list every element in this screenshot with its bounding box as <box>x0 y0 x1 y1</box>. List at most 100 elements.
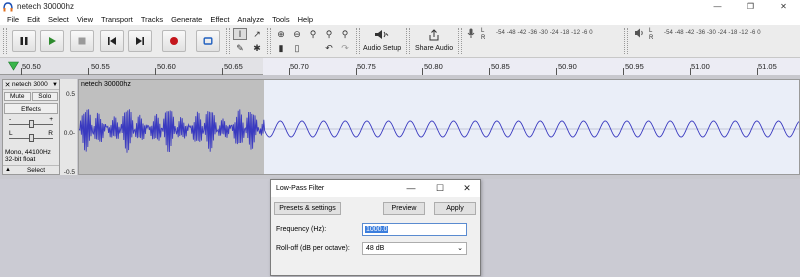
gain-minus-label: - <box>9 116 12 123</box>
ruler-major-tick <box>21 68 22 75</box>
redo-icon[interactable]: ↷ <box>338 42 352 54</box>
minimize-button[interactable]: — <box>701 0 734 13</box>
loop-icon <box>203 37 213 45</box>
title-bar: netech 30000hz — ❐ ✕ <box>0 0 800 13</box>
stop-icon <box>78 37 86 45</box>
menu-generate[interactable]: Generate <box>167 15 206 24</box>
share-grip[interactable] <box>406 28 410 54</box>
play-meter-scale: -54 -48 -42 -36 -30 -24 -18 -12 -6 0 <box>664 30 761 36</box>
track-area: ✕ netech 3000 ▼ Mute Solo Effects - + L … <box>0 76 800 179</box>
gain-slider-thumb[interactable] <box>29 120 34 128</box>
pan-slider-thumb[interactable] <box>29 134 34 142</box>
ruler-major-tick <box>489 68 491 75</box>
envelope-tool-icon[interactable]: ↗ <box>250 28 264 40</box>
share-audio-label: Share Audio <box>415 45 454 52</box>
audio-setup-grip[interactable] <box>356 28 360 54</box>
share-icon <box>429 29 439 41</box>
menu-view[interactable]: View <box>73 15 97 24</box>
silence-audio-icon[interactable]: ▯ <box>290 42 304 54</box>
menu-analyze[interactable]: Analyze <box>233 15 268 24</box>
fit-project-icon[interactable]: ⚲ <box>322 28 336 40</box>
menu-file[interactable]: File <box>3 15 23 24</box>
dialog-close-icon[interactable]: ✕ <box>460 183 474 193</box>
mute-button[interactable]: Mute <box>4 92 31 101</box>
rolloff-select[interactable]: 48 dB ⌄ <box>362 242 467 255</box>
preview-button[interactable]: Preview <box>383 202 425 215</box>
menu-tools[interactable]: Tools <box>268 15 294 24</box>
solo-button[interactable]: Solo <box>31 92 58 101</box>
multi-tool-icon[interactable]: ✱ <box>250 42 264 54</box>
track-name[interactable]: netech 3000 <box>12 81 52 88</box>
share-audio-button[interactable]: Share Audio <box>412 27 456 57</box>
record-button[interactable] <box>162 30 186 52</box>
undo-icon[interactable]: ↶ <box>322 42 336 54</box>
audio-setup-button[interactable]: Audio Setup <box>362 27 404 57</box>
fit-selection-icon[interactable]: ⚲ <box>306 28 320 40</box>
ruler-tick-label: 51.00 <box>691 62 710 71</box>
menu-bar: File Edit Select View Transport Tracks G… <box>0 13 800 25</box>
menu-edit[interactable]: Edit <box>23 15 44 24</box>
ruler-major-tick <box>756 68 758 75</box>
ruler-major-tick <box>288 68 290 75</box>
waveform-display[interactable] <box>79 80 799 174</box>
record-meter[interactable]: -54 -48 -42 -36 -30 -24 -18 -12 -6 0 <box>488 28 618 41</box>
record-meter-left-label: L <box>481 28 485 34</box>
skip-to-start-icon <box>108 37 116 45</box>
record-meter-grip[interactable] <box>458 28 462 54</box>
track-format-info: Mono, 44100Hz <box>5 149 51 156</box>
stop-button[interactable] <box>70 30 94 52</box>
skip-to-start-button[interactable] <box>100 30 124 52</box>
zoom-toggle-icon[interactable]: ⚲ <box>338 28 352 40</box>
timeline-ruler[interactable]: 50.50 50.55 50.60 50.65 50.70 50.75 50.8… <box>0 58 800 75</box>
playback-meter[interactable]: -54 -48 -42 -36 -30 -24 -18 -12 -6 0 <box>656 28 792 41</box>
menu-select[interactable]: Select <box>44 15 73 24</box>
vertical-ruler[interactable]: 0.5 0.0- -0.5 <box>60 79 77 176</box>
menu-tracks[interactable]: Tracks <box>137 15 167 24</box>
close-button[interactable]: ✕ <box>767 0 800 13</box>
draw-tool-icon[interactable]: ✎ <box>233 42 247 54</box>
ruler-major-tick <box>623 68 625 75</box>
ruler-tick-label: 50.70 <box>290 62 309 71</box>
edit-grip[interactable] <box>267 28 271 54</box>
frequency-input[interactable]: 1000.0 <box>362 223 467 236</box>
dialog-title-bar[interactable]: Low-Pass Filter — ☐ ✕ <box>271 180 480 197</box>
skip-to-end-button[interactable] <box>128 30 152 52</box>
track-control-panel[interactable]: ✕ netech 3000 ▼ Mute Solo Effects - + L … <box>2 79 60 175</box>
presets-settings-button[interactable]: Presets & settings <box>274 202 341 215</box>
restore-button[interactable]: ❐ <box>734 0 767 13</box>
pause-button[interactable] <box>12 30 36 52</box>
rolloff-value: 48 dB <box>366 245 385 252</box>
pan-right-label: R <box>48 130 53 137</box>
microphone-icon[interactable] <box>466 28 476 38</box>
clip-name[interactable]: netech 30000hz <box>81 81 131 88</box>
zoom-in-icon[interactable]: ⊕ <box>274 28 288 40</box>
scale-bottom-label: -0.5 <box>63 169 75 176</box>
scale-top-label: 0.5 <box>65 91 75 98</box>
menu-transport[interactable]: Transport <box>97 15 137 24</box>
play-meter-grip[interactable] <box>624 28 628 54</box>
apply-button[interactable]: Apply <box>434 202 476 215</box>
selection-tool-icon[interactable]: I <box>233 28 247 40</box>
dialog-maximize-icon[interactable]: ☐ <box>433 183 447 193</box>
track-bit-depth-info: 32-bit float <box>5 156 36 163</box>
track-menu-arrow-icon[interactable]: ▼ <box>52 82 59 88</box>
ruler-tick-label: 50.80 <box>424 62 443 71</box>
menu-help[interactable]: Help <box>294 15 317 24</box>
ruler-major-tick <box>422 68 424 75</box>
frequency-value: 1000.0 <box>365 226 389 233</box>
loop-button[interactable] <box>196 30 220 52</box>
effects-button[interactable]: Effects <box>4 103 58 114</box>
select-track-button[interactable]: Select <box>13 167 59 174</box>
pin-head-icon[interactable] <box>8 61 19 71</box>
play-meter-speaker-icon[interactable] <box>634 28 645 38</box>
tools-grip[interactable] <box>226 28 230 54</box>
dialog-minimize-icon[interactable]: — <box>404 183 418 193</box>
collapse-track-icon[interactable]: ▲ <box>3 167 13 173</box>
waveform-clip[interactable]: netech 30000hz <box>78 79 800 175</box>
zoom-out-icon[interactable]: ⊖ <box>290 28 304 40</box>
track-close-icon[interactable]: ✕ <box>3 81 12 89</box>
trim-audio-icon[interactable]: ▮ <box>274 42 288 54</box>
play-button[interactable] <box>40 30 64 52</box>
menu-effect[interactable]: Effect <box>206 15 233 24</box>
toolbar-grip[interactable] <box>3 28 7 54</box>
